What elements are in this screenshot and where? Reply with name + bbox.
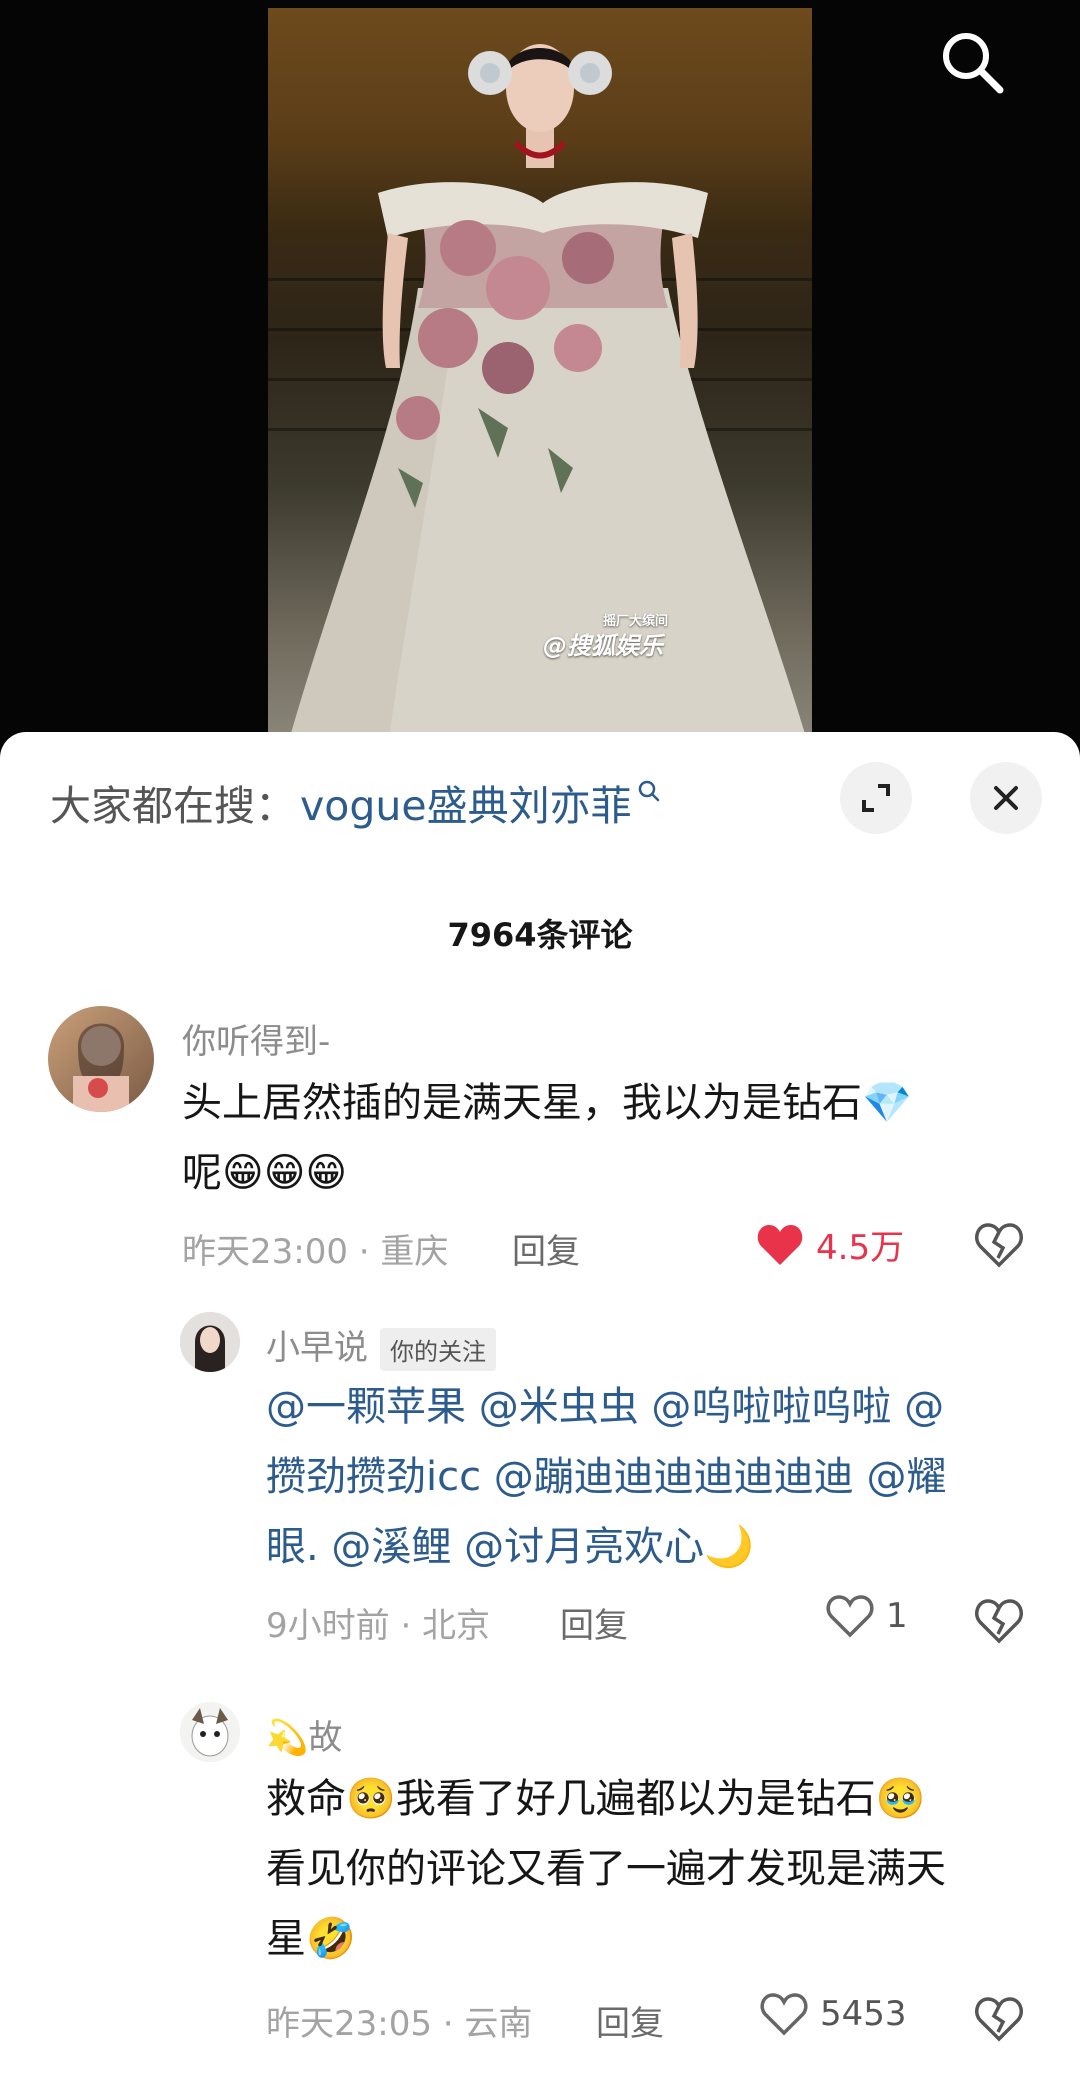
comment-count: 7964条评论 (447, 916, 633, 954)
like-count: 5453 (820, 1994, 907, 2034)
watermark: @搜狐娱乐 (543, 632, 663, 660)
heart-outline-icon (826, 1595, 874, 1638)
reply-button[interactable]: 回复 (512, 1224, 580, 1273)
video-player[interactable]: 摇厂大缤间 @搜狐娱乐 (0, 0, 1080, 760)
comment-time-location: 9小时前 · 北京 (266, 1606, 491, 1646)
trending-search-prefix: 大家都在搜： (50, 782, 296, 830)
dislike-button[interactable] (974, 1222, 1024, 1272)
comment-text: 星🤣 (266, 1916, 356, 1962)
reply-button[interactable]: 回复 (560, 1598, 628, 1647)
trending-search-term[interactable]: vogue盛典刘亦菲 (300, 772, 632, 832)
expand-icon (862, 784, 890, 812)
reply-button[interactable]: 回复 (596, 1996, 664, 2045)
close-icon (994, 786, 1018, 810)
like-count: 4.5万 (816, 1228, 905, 1268)
comment-text: 看见你的评论又看了一遍才发现是满天 (266, 1846, 946, 1892)
broken-heart-icon (975, 1223, 1023, 1268)
model-figure (288, 44, 808, 744)
trending-search-bar[interactable]: 大家都在搜： vogue盛典刘亦菲 (50, 772, 662, 832)
broken-heart-icon (975, 1997, 1023, 2042)
like-button[interactable]: 4.5万 (756, 1220, 904, 1269)
comment-username[interactable]: 💫故 (266, 1710, 342, 1759)
comment-time-location: 昨天23:00 · 重庆 (182, 1232, 449, 1272)
expand-button[interactable] (840, 762, 912, 834)
video-frame[interactable]: 摇厂大缤间 @搜狐娱乐 (268, 8, 812, 744)
avatar[interactable] (180, 1702, 240, 1762)
broken-heart-icon (975, 1599, 1023, 1644)
comment-username[interactable]: 你听得到- (182, 1014, 330, 1063)
comment-time-location: 昨天23:05 · 云南 (266, 2004, 533, 2044)
close-button[interactable] (970, 762, 1042, 834)
comments-sheet: 大家都在搜： vogue盛典刘亦菲 7964条评论 你听得到- 头上居然插的是满… (0, 732, 1080, 2096)
avatar[interactable] (180, 1312, 240, 1372)
dislike-button[interactable] (974, 1996, 1024, 2046)
comment-username-text: 小早说 (266, 1328, 368, 1368)
heart-outline-icon (760, 1993, 808, 2036)
like-count: 1 (886, 1596, 908, 1636)
comment-text: 呢😁😁😁 (182, 1150, 348, 1196)
following-tag: 你的关注 (380, 1328, 496, 1371)
comment-username[interactable]: 小早说 你的关注 (266, 1320, 496, 1371)
small-search-icon (638, 780, 659, 802)
heart-filled-icon (757, 1224, 803, 1265)
comment-text[interactable]: @一颗苹果 @米虫虫 @呜啦啦呜啦 @ (266, 1372, 944, 1442)
comment-text: 救命🥺我看了好几遍都以为是钻石🥹 (266, 1776, 926, 1822)
comment-text[interactable]: 眼. @溪鲤 @讨月亮欢心🌙 (266, 1512, 754, 1582)
avatar[interactable] (48, 1006, 154, 1112)
dislike-button[interactable] (974, 1598, 1024, 1648)
comment-text: 头上居然插的是满天星，我以为是钻石💎 (182, 1080, 912, 1126)
comment-text[interactable]: 攒劲攒劲icc @蹦迪迪迪迪迪迪迪 @耀 (266, 1442, 947, 1512)
like-button[interactable]: 5453 (760, 1992, 907, 2036)
search-icon[interactable] (938, 28, 1008, 98)
like-button[interactable]: 1 (826, 1594, 908, 1638)
